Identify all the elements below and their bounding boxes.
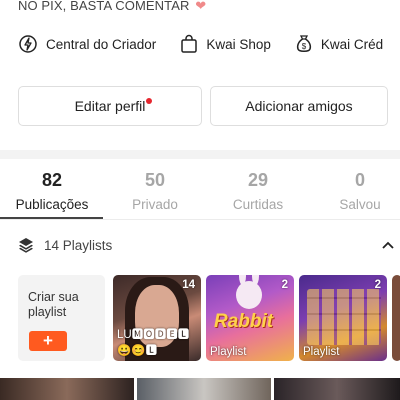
privado-count: 50 xyxy=(144,170,166,190)
svg-text:$: $ xyxy=(302,42,307,51)
curtidas-count: 29 xyxy=(247,170,269,190)
tab-publicacoes[interactable]: 82 Publicações xyxy=(2,170,102,212)
salvou-label: Salvou xyxy=(339,197,381,212)
section-divider xyxy=(0,150,400,159)
creator-links-row: Central do Criador Kwai Shop $ Kwai Créd xyxy=(18,34,400,54)
edit-profile-button[interactable]: Editar perfil xyxy=(18,86,202,126)
playlists-count-label: 14 Playlists xyxy=(44,237,113,253)
central-do-criador-label: Central do Criador xyxy=(46,36,157,52)
video-thumbnail[interactable] xyxy=(137,378,271,400)
central-do-criador-link[interactable]: Central do Criador xyxy=(18,34,156,54)
playlist-thumbnail-3[interactable]: 2 Playlist xyxy=(299,275,387,361)
bio-text: NO PIX, BASTA COMENTAR ❤ xyxy=(18,0,206,14)
create-playlist-label: Criar sua playlist xyxy=(28,290,79,319)
add-playlist-button[interactable]: + xyxy=(29,331,67,351)
layers-icon xyxy=(19,238,33,253)
playlists-header[interactable]: 14 Playlists xyxy=(18,237,394,253)
tab-separator xyxy=(0,219,400,220)
profile-tabs: 82 Publicações 50 Privado 29 Curtidas 0 … xyxy=(0,170,400,220)
curtidas-label: Curtidas xyxy=(232,197,284,212)
playlist-caption: Playlist xyxy=(303,346,340,358)
playlist-count: 14 xyxy=(182,279,195,291)
privado-label: Privado xyxy=(132,197,178,212)
bunny-image xyxy=(236,281,262,309)
edit-profile-label: Editar perfil xyxy=(74,98,146,114)
playlist-caption: Playlist xyxy=(210,346,247,358)
publicacoes-count: 82 xyxy=(41,170,63,190)
publicacoes-label: Publicações xyxy=(15,197,89,212)
tab-salvou[interactable]: 0 Salvou xyxy=(310,170,400,212)
video-thumbnail[interactable] xyxy=(274,378,400,400)
playlist-caption: LU🅼🅾🅳🅴🅻😀😊🅻 xyxy=(117,329,190,357)
video-thumbnail[interactable] xyxy=(0,378,134,400)
playlist-count: 2 xyxy=(281,279,288,291)
salvou-count: 0 xyxy=(354,170,365,190)
kwai-shop-link[interactable]: Kwai Shop xyxy=(180,34,271,54)
kwai-shop-label: Kwai Shop xyxy=(206,36,271,52)
tab-curtidas[interactable]: 29 Curtidas xyxy=(208,170,308,212)
playlist-thumbnail-4[interactable] xyxy=(392,275,400,361)
kwai-credito-link[interactable]: $ Kwai Créd xyxy=(295,34,383,54)
shopping-bag-icon xyxy=(181,34,198,53)
playlist-thumbnail-2[interactable]: Rabbit 2 Playlist xyxy=(206,275,294,361)
heart-icon: ❤ xyxy=(195,0,207,13)
slot-grid-image xyxy=(307,289,381,345)
add-friends-label: Adicionar amigos xyxy=(245,98,353,114)
plus-icon: + xyxy=(43,331,53,350)
lightning-circle-icon xyxy=(19,35,37,53)
playlist-thumbnail-1[interactable]: 14 LU🅼🅾🅳🅴🅻😀😊🅻 xyxy=(113,275,201,361)
playlist-count: 2 xyxy=(374,279,381,291)
chevron-up-icon[interactable] xyxy=(382,241,394,249)
video-grid xyxy=(0,378,400,400)
add-friends-button[interactable]: Adicionar amigos xyxy=(210,86,388,126)
tab-privado[interactable]: 50 Privado xyxy=(105,170,205,212)
kwai-credito-label: Kwai Créd xyxy=(320,36,384,52)
notification-dot xyxy=(146,98,152,104)
bio-line: NO PIX, BASTA COMENTAR xyxy=(18,0,190,13)
create-playlist-card[interactable]: Criar sua playlist + xyxy=(18,275,105,361)
money-bag-icon: $ xyxy=(296,35,311,52)
game-logo: Rabbit xyxy=(214,311,274,332)
